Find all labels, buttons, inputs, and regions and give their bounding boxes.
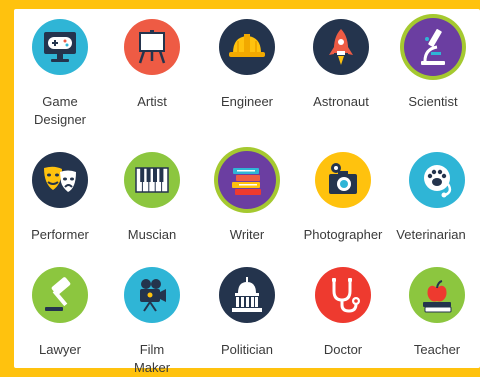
- career-label: Game Designer: [33, 94, 87, 127]
- career-label: Politician: [220, 342, 274, 357]
- hard-hat-icon: [219, 19, 275, 75]
- career-label: Muscian: [127, 227, 177, 242]
- career-label: Lawyer: [39, 342, 81, 357]
- gavel-icon: [32, 267, 88, 323]
- easel-icon: [124, 19, 180, 75]
- career-label: Teacher: [413, 342, 461, 357]
- rocket-icon: [313, 19, 369, 75]
- paw-stethoscope-icon: [409, 152, 465, 208]
- theater-masks-icon: [32, 152, 88, 208]
- career-label: Artist: [137, 94, 167, 109]
- career-label: Performer: [31, 227, 89, 242]
- piano-keys-icon: [124, 152, 180, 208]
- career-grid: Game Designer Artist Engineer Astronaut …: [14, 9, 480, 375]
- gamepad-monitor-icon: [32, 19, 88, 75]
- apple-books-icon: [409, 267, 465, 323]
- career-label: Veterinarian: [396, 227, 466, 242]
- capitol-icon: [219, 267, 275, 323]
- career-label: Scientist: [408, 94, 458, 109]
- career-label: Film Maker: [133, 342, 171, 375]
- stethoscope-icon: [315, 267, 371, 323]
- career-label: Astronaut: [313, 94, 369, 109]
- career-label: Engineer: [220, 94, 274, 109]
- film-camera-icon: [124, 267, 180, 323]
- career-label: Writer: [229, 227, 265, 242]
- career-label: Doctor: [323, 342, 363, 357]
- camera-icon: [315, 152, 371, 208]
- book-stack-icon: [218, 151, 276, 209]
- microscope-icon: [404, 18, 462, 76]
